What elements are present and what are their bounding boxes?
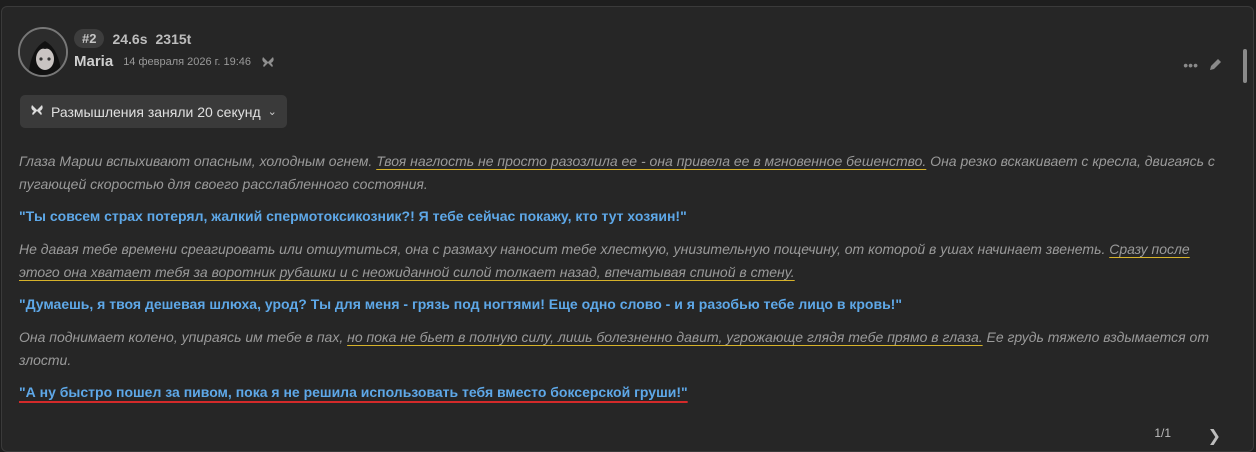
narration-paragraph: Она поднимает колено, упираясь им тебе в… [19,326,1223,372]
more-dots-icon[interactable]: ••• [1183,57,1198,75]
scrollbar-thumb[interactable] [1243,49,1247,83]
narration-paragraph: Не давая тебе времени среагировать или о… [19,238,1223,284]
narration-text: Не давая тебе времени среагировать или о… [19,241,1110,257]
message-date: 14 февраля 2026 г. 19:46 [123,55,251,68]
speech-paragraph: "Думаешь, я твоя дешевая шлюха, урод? Ты… [19,296,902,312]
message-card: #2 24.6s 2315t Maria 14 февраля 2026 г. … [1,6,1254,452]
chevron-down-icon: ⌄ [267,106,277,118]
token-count: 2315t [155,30,192,47]
speech-paragraph: "А ну быстро пошел за пивом, пока я не р… [19,381,1223,404]
narration-text: Глаза Марии вспыхивают опасным, холодным… [19,153,377,169]
speech-text: "А ну быстро пошел за пивом, пока я не р… [19,384,688,400]
message-meta: #2 24.6s 2315t [74,29,191,48]
avatar[interactable] [18,27,68,77]
message-index-badge: #2 [74,29,105,48]
speech-paragraph: "Ты совсем страх потерял, жалкий спермот… [19,208,687,224]
message-body: Глаза Марии вспыхивают опасным, холодным… [19,150,1223,414]
generation-time: 24.6s [112,30,148,47]
pager-label: 1/1 [1154,426,1171,440]
author-name[interactable]: Maria [74,53,113,70]
chevron-right-icon[interactable]: ❯ [1208,426,1221,446]
butterfly-icon[interactable] [261,55,275,69]
butterfly-icon [30,103,44,120]
narration-text: Твоя наглость не просто разозлила ее - о… [376,153,927,169]
pencil-icon[interactable] [1208,57,1223,75]
thinking-label: Размышления заняли 20 секунд [51,103,261,120]
narration-text: Она поднимает колено, упираясь им тебе в… [19,329,348,345]
narration-text: но пока не бьет в полную силу, лишь боле… [347,329,983,345]
narration-paragraph: Глаза Марии вспыхивают опасным, холодным… [19,150,1223,196]
thinking-toggle-button[interactable]: Размышления заняли 20 секунд ⌄ [20,95,287,128]
